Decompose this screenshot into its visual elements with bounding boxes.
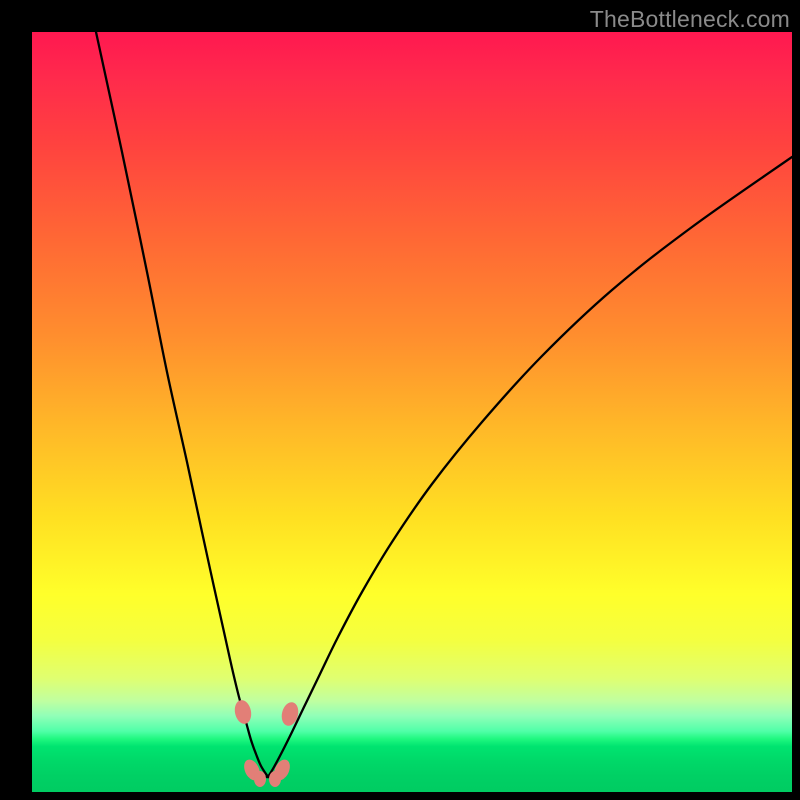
curve-bead — [269, 771, 281, 787]
curve-right-branch — [268, 157, 792, 777]
curve-left-branch — [96, 32, 268, 777]
chart-stage: TheBottleneck.com — [0, 0, 800, 800]
curve-bead — [279, 700, 300, 727]
curve-layer — [32, 32, 792, 792]
curve-bead — [254, 771, 266, 787]
curve-bead — [233, 699, 254, 726]
watermark-text: TheBottleneck.com — [590, 6, 790, 33]
plot-area — [32, 32, 792, 792]
